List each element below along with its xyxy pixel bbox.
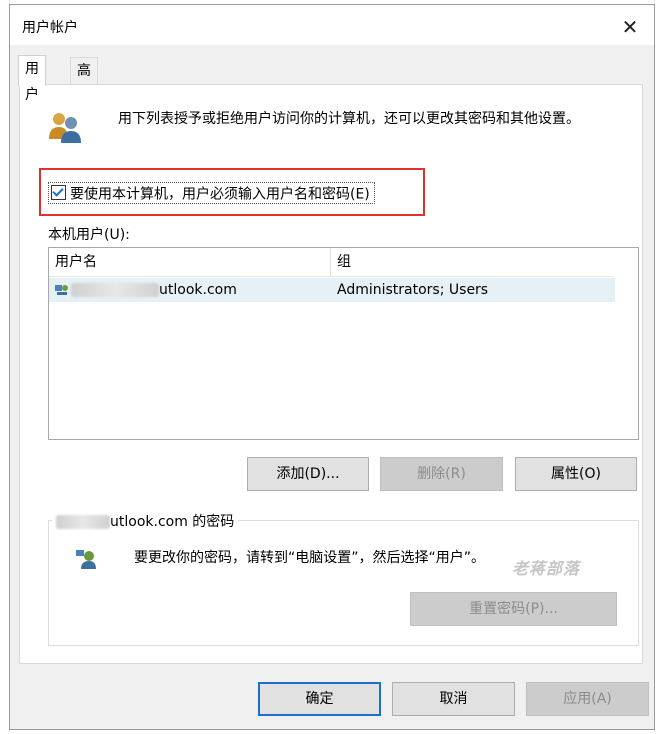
watermark: 老蒋部落	[512, 559, 581, 578]
remove-user-button[interactable]: 删除(R)	[380, 457, 503, 491]
close-icon: ✕	[621, 15, 639, 39]
local-users-label: 本机用户(U):	[48, 227, 130, 243]
group-cell: Administrators; Users	[337, 282, 489, 298]
user-accounts-dialog: 用户帐户 ✕ 用户 高级 用下列表授予或拒绝用户访问你的计算机，还可以更改其密码…	[9, 4, 655, 730]
users-icon	[49, 113, 81, 143]
checkbox-checked-icon[interactable]	[51, 185, 66, 200]
title-bar: 用户帐户 ✕	[10, 5, 654, 45]
close-button[interactable]: ✕	[616, 13, 644, 41]
user-key-icon	[76, 550, 96, 569]
password-group-title-text: utlook.com 的密码	[110, 514, 235, 530]
users-tab-panel: 用下列表授予或拒绝用户访问你的计算机，还可以更改其密码和其他设置。 要使用本计算…	[19, 84, 643, 664]
require-login-label: 要使用本计算机，用户必须输入用户名和密码(E)	[70, 186, 370, 203]
column-group[interactable]: 组	[330, 248, 615, 276]
reset-password-button[interactable]: 重置密码(P)...	[410, 592, 617, 626]
require-login-checkbox[interactable]: 要使用本计算机，用户必须输入用户名和密码(E)	[48, 182, 375, 204]
username-cell: utlook.com	[55, 278, 237, 302]
table-row[interactable]: utlook.com Administrators; Users	[49, 278, 615, 302]
users-list[interactable]: 用户名 组 utlook.com Administrators; Users	[48, 247, 639, 440]
intro-text: 用下列表授予或拒绝用户访问你的计算机，还可以更改其密码和其他设置。	[118, 111, 580, 127]
add-user-button[interactable]: 添加(D)...	[247, 457, 369, 491]
password-group-title: utlook.com 的密码	[52, 511, 239, 531]
username-text: utlook.com	[159, 282, 237, 298]
password-group	[48, 520, 639, 646]
password-instructions: 要更改你的密码，请转到“电脑设置”，然后选择“用户”。	[134, 550, 486, 566]
cancel-button[interactable]: 取消	[392, 682, 515, 716]
column-username[interactable]: 用户名	[49, 248, 330, 276]
ok-button[interactable]: 确定	[258, 682, 381, 716]
window-title: 用户帐户	[22, 20, 78, 36]
apply-button[interactable]: 应用(A)	[526, 682, 649, 716]
user-network-icon	[55, 285, 68, 295]
redacted-email	[56, 515, 110, 529]
redacted-username	[71, 283, 159, 297]
tab-users[interactable]: 用户	[18, 55, 46, 103]
tab-advanced[interactable]: 高级	[70, 57, 98, 105]
properties-button[interactable]: 属性(O)	[515, 457, 637, 491]
background-window-right	[654, 0, 663, 734]
list-header: 用户名 组	[49, 248, 614, 277]
